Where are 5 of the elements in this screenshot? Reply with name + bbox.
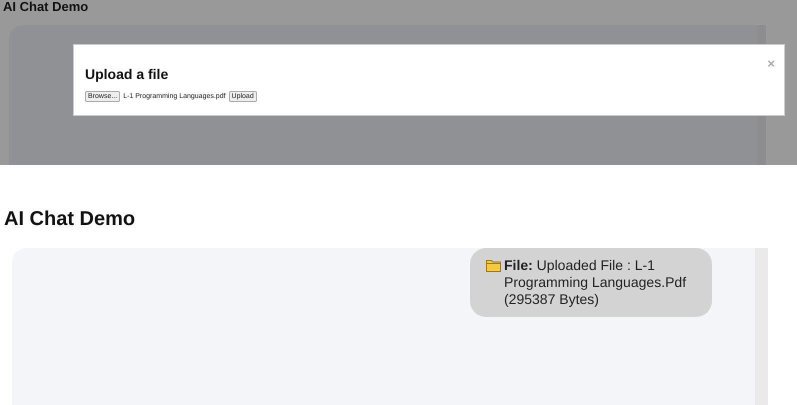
dialog-title: Upload a file: [85, 66, 170, 82]
page-title: AI Chat Demo: [2, 0, 90, 14]
folder-icon: [486, 259, 501, 272]
message-text: File: Uploaded File : L-1 Programming Languages.Pdf (295387 Bytes): [504, 257, 688, 308]
page-title: AI Chat Demo: [3, 207, 136, 231]
